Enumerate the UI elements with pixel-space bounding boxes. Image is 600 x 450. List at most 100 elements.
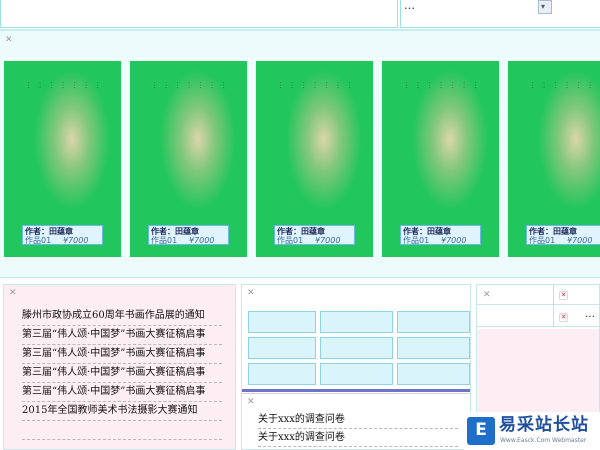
news-panel: ✕ 滕州市政协成立60周年书画作品展的通知 第三届“伟人颂·中国梦”书画大赛征稿… (3, 284, 236, 450)
card-work-title: 作品01 (151, 236, 178, 245)
calligraphy-column: … (404, 81, 413, 92)
site-watermark: E 易采站长站 Www.Easck.Com Webmaster (464, 412, 600, 450)
card-author: 作者：田蕴章 (25, 227, 73, 236)
site-logo-icon: E (467, 417, 495, 445)
calligraphy-artwork: ………………… (26, 81, 104, 211)
calligraphy-artwork: ………………… (278, 81, 356, 211)
calligraphy-column: … (72, 81, 81, 92)
calligraphy-column: … (324, 81, 333, 92)
card-caption: 作者：田蕴章 作品01 ¥7000 (526, 225, 600, 245)
close-icon[interactable]: ✕ (559, 313, 568, 322)
column-divider (553, 285, 554, 327)
calligraphy-column: … (60, 81, 70, 92)
top-left-frame (0, 0, 398, 28)
calligraphy-column: … (186, 81, 196, 92)
calligraphy-column: … (175, 81, 184, 92)
calligraphy-column: … (541, 81, 551, 92)
calligraphy-column: … (278, 81, 287, 92)
news-item[interactable]: 第三届“伟人颂·中国梦”书画大赛征稿启事 (22, 326, 222, 345)
news-item[interactable]: 2015年全国教师美术书法摄影大赛通知 (22, 402, 222, 421)
card-work-title: 作品01 (529, 236, 556, 245)
calligraphy-column: … (83, 81, 93, 92)
top-notice-text: … (404, 0, 415, 12)
survey-item[interactable]: 关于xxx的调查问卷 (258, 411, 458, 429)
grid-cell[interactable] (397, 311, 470, 333)
calligraphy-column: … (312, 81, 322, 92)
card-price: ¥7000 (63, 236, 89, 245)
calligraphy-artwork: ………………… (530, 81, 600, 211)
calligraphy-column: … (427, 81, 436, 92)
calligraphy-column: … (163, 81, 173, 92)
calligraphy-column: … (553, 81, 562, 92)
card-caption: 作者：田蕴章 作品01 ¥7000 (274, 225, 355, 245)
calligraphy-column: … (198, 81, 207, 92)
calligraphy-column: … (438, 81, 448, 92)
card-caption: 作者：田蕴章 作品01 ¥7000 (148, 225, 229, 245)
calligraphy-column: … (209, 81, 219, 92)
artwork-card[interactable]: …………………作者：田蕴章作品01¥7000 (4, 61, 121, 257)
calligraphy-column: … (37, 81, 47, 92)
right-panel-row: ✕ ✕ (477, 285, 599, 305)
card-work-title: 作品01 (277, 236, 304, 245)
artwork-card[interactable]: …………………作者：田蕴章作品01¥7000 (256, 61, 373, 257)
grid-cell[interactable] (248, 337, 316, 359)
close-icon[interactable]: ✕ (5, 36, 13, 45)
calligraphy-column: … (26, 81, 35, 92)
grid-cell[interactable] (320, 311, 393, 333)
middle-panel: ✕ ✕ 关于xxx的调查问卷 关于xxx的调查问卷 (241, 284, 471, 450)
news-item[interactable]: 滕州市政协成立60周年书画作品展的通知 (22, 307, 222, 326)
calligraphy-column: … (335, 81, 345, 92)
news-item[interactable]: 第三届“伟人颂·中国梦”书画大赛征稿启事 (22, 345, 222, 364)
close-icon[interactable]: ✕ (483, 291, 491, 300)
card-caption: 作者：田蕴章 作品01 ¥7000 (400, 225, 481, 245)
calligraphy-column: … (289, 81, 299, 92)
grid-cell[interactable] (397, 363, 470, 385)
calligraphy-column: … (301, 81, 310, 92)
grid-cell[interactable] (320, 363, 393, 385)
artwork-card[interactable]: …………………作者：田蕴章作品01¥7000 (130, 61, 247, 257)
card-author: 作者：田蕴章 (403, 227, 451, 236)
chevron-down-icon: ▾ (541, 2, 546, 11)
card-work-title: 作品01 (25, 236, 52, 245)
news-item[interactable]: 第三届“伟人颂·中国梦”书画大赛征稿启事 (22, 383, 222, 402)
calligraphy-column: … (347, 81, 356, 92)
calligraphy-column: … (587, 81, 597, 92)
calligraphy-artwork: ………………… (404, 81, 482, 211)
close-icon[interactable]: ✕ (9, 289, 17, 298)
calligraphy-column: … (221, 81, 230, 92)
card-author: 作者：田蕴章 (151, 227, 199, 236)
grid-cell[interactable] (320, 337, 393, 359)
watermark-title: 易采站长站 (499, 415, 589, 435)
calligraphy-column: … (95, 81, 104, 92)
logo-glyph: E (475, 420, 487, 440)
grid-cell[interactable] (248, 311, 316, 333)
grid-cell[interactable] (397, 337, 470, 359)
artwork-card[interactable]: ………………… 作者：田蕴章作品01¥7000 (508, 61, 600, 257)
survey-list: 关于xxx的调查问卷 关于xxx的调查问卷 (258, 411, 458, 447)
section-divider (242, 389, 470, 392)
close-icon[interactable]: ✕ (559, 291, 568, 300)
card-price: ¥7000 (189, 236, 215, 245)
close-icon[interactable]: ✕ (247, 398, 255, 407)
calligraphy-artwork: ………………… (152, 81, 230, 211)
calligraphy-column: … (152, 81, 161, 92)
close-icon[interactable]: ✕ (247, 289, 255, 298)
card-price: ¥7000 (441, 236, 467, 245)
right-panel-text: … (585, 309, 595, 320)
news-item[interactable]: 第三届“伟人颂·中国梦”书画大赛征稿启事 (22, 364, 222, 383)
scroll-down-button[interactable]: ▾ (538, 0, 552, 14)
card-author: 作者：田蕴章 (277, 227, 325, 236)
calligraphy-column: … (473, 81, 482, 92)
calligraphy-column: … (530, 81, 539, 92)
card-price: ¥7000 (315, 236, 341, 245)
card-caption: 作者：田蕴章 作品01 ¥7000 (22, 225, 103, 245)
card-author: 作者：田蕴章 (529, 227, 577, 236)
calligraphy-column: … (49, 81, 58, 92)
artwork-card[interactable]: ………………… 作者：田蕴章作品01¥7000 (382, 61, 499, 257)
right-panel-row: ✕ (477, 307, 599, 327)
survey-item[interactable]: 关于xxx的调查问卷 (258, 429, 458, 447)
calligraphy-column: … (576, 81, 585, 92)
news-list: 滕州市政协成立60周年书画作品展的通知 第三届“伟人颂·中国梦”书画大赛征稿启事… (22, 307, 222, 440)
grid-cell[interactable] (248, 363, 316, 385)
calligraphy-column: … (564, 81, 574, 92)
